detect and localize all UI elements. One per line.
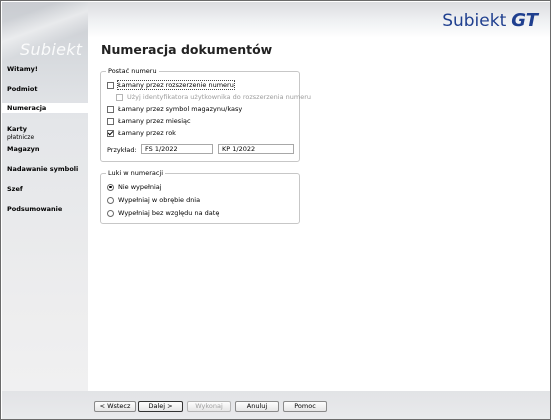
example-field-kp: KP 1/2022: [218, 144, 294, 154]
number-format-group: Postać numeru Łamany przez rozszerzenie …: [100, 67, 311, 162]
sidebar-item-nadawanie-symboli[interactable]: Nadawanie symboli: [2, 165, 88, 173]
radio-no-fill[interactable]: [107, 183, 114, 191]
group-legend: Luki w numeracji: [106, 169, 166, 177]
radio-fill-regardless-date[interactable]: [107, 209, 114, 217]
help-button[interactable]: Pomoc: [283, 401, 327, 412]
brand-suffix: GT: [511, 10, 538, 31]
option-label: Użyj identyfikatora użytkownika do rozsz…: [127, 93, 311, 101]
sidebar-item-label: Szef: [7, 185, 23, 193]
option-break-by-warehouse[interactable]: Łamany przez symbol magazynu/kasy: [107, 105, 242, 113]
sidebar-watermark-logo: Subiekt: [20, 40, 83, 59]
sidebar-item-label: Magazyn: [7, 145, 40, 153]
option-fill-within-day[interactable]: Wypełniaj w obrębie dnia: [107, 196, 200, 204]
header-band: Subiekt GT: [88, 2, 550, 38]
brand-logo: Subiekt GT: [442, 10, 538, 31]
option-label: Nie wypełniaj: [118, 183, 162, 191]
cancel-button[interactable]: Anuluj: [235, 401, 279, 412]
option-break-by-month[interactable]: Łamany przez miesiąc: [107, 117, 191, 125]
option-fill-regardless-date[interactable]: Wypełniaj bez względu na datę: [107, 209, 219, 217]
sidebar-item-karty-platnicze[interactable]: Karty płatnicze: [2, 125, 88, 142]
sidebar-item-witamy[interactable]: Witamy!: [2, 65, 88, 73]
group-legend: Postać numeru: [106, 67, 159, 75]
main-panel: Numeracja dokumentów Postać numeru Łaman…: [88, 38, 550, 391]
back-button[interactable]: < Wstecz: [94, 401, 136, 412]
option-label: Wypełniaj bez względu na datę: [118, 209, 220, 217]
sidebar-item-sublabel: płatnicze: [7, 134, 35, 141]
option-label: Wypełniaj w obrębie dnia: [118, 196, 201, 204]
checkbox-break-by-month[interactable]: [107, 117, 114, 125]
option-break-by-year[interactable]: Łamany przez rok: [107, 129, 176, 137]
checkbox-break-by-extension[interactable]: [107, 81, 114, 89]
sidebar-item-label: Podsumowanie: [7, 205, 63, 213]
finish-button: Wykonaj: [187, 401, 231, 412]
option-no-fill[interactable]: Nie wypełniaj: [107, 183, 162, 191]
checkbox-break-by-warehouse[interactable]: [107, 105, 114, 113]
sidebar-item-podsumowanie[interactable]: Podsumowanie: [2, 205, 88, 213]
sidebar-item-label: Nadawanie symboli: [7, 165, 79, 173]
checkbox-use-user-id: [116, 93, 123, 101]
sidebar-item-label: Karty: [7, 125, 27, 133]
next-button[interactable]: Dalej >: [138, 401, 183, 412]
brand-name: Subiekt: [442, 11, 507, 31]
sidebar-item-numeracja[interactable]: Numeracja: [2, 103, 88, 113]
option-label: Łamany przez rok: [118, 129, 176, 137]
sidebar-item-magazyn[interactable]: Magazyn: [2, 145, 88, 153]
checkbox-break-by-year[interactable]: [107, 129, 114, 137]
footer-bar: < Wstecz Dalej > Wykonaj Anuluj Pomoc: [2, 391, 550, 419]
page-title: Numeracja dokumentów: [101, 42, 273, 57]
option-label: Łamany przez rozszerzenie numeru: [117, 80, 235, 90]
sidebar-item-label: Numeracja: [7, 104, 47, 112]
option-break-by-extension[interactable]: Łamany przez rozszerzenie numeru: [107, 80, 235, 90]
option-use-user-id: Użyj identyfikatora użytkownika do rozsz…: [116, 93, 311, 101]
sidebar-item-label: Witamy!: [7, 65, 38, 73]
wizard-window: Subiekt Witamy! Podmiot Numeracja Karty …: [0, 0, 551, 420]
example-label: Przykład:: [107, 146, 137, 154]
radio-fill-within-day[interactable]: [107, 196, 114, 204]
sidebar-item-podmiot[interactable]: Podmiot: [2, 85, 88, 93]
example-field-fs: FS 1/2022: [141, 144, 213, 154]
numbering-gaps-group: Luki w numeracji Nie wypełniaj Wypełniaj…: [100, 169, 300, 224]
sidebar-item-szef[interactable]: Szef: [2, 185, 88, 193]
option-label: Łamany przez miesiąc: [118, 117, 191, 125]
sidebar-item-label: Podmiot: [7, 85, 38, 93]
option-label: Łamany przez symbol magazynu/kasy: [118, 105, 243, 113]
